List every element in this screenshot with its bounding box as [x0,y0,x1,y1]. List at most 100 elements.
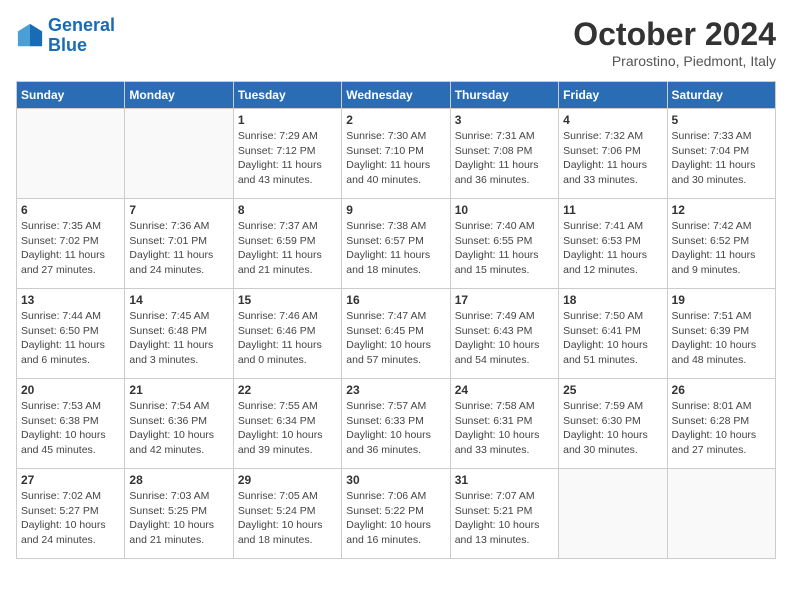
calendar-day-cell: 28 Sunrise: 7:03 AMSunset: 5:25 PMDayligh… [125,469,233,559]
day-number: 22 [238,383,337,397]
calendar-day-cell [125,109,233,199]
weekday-header: Thursday [450,82,558,109]
calendar-day-cell: 13 Sunrise: 7:44 AMSunset: 6:50 PMDayligh… [17,289,125,379]
day-number: 28 [129,473,228,487]
day-info: Sunrise: 8:01 AMSunset: 6:28 PMDaylight:… [672,399,771,458]
calendar-day-cell: 10 Sunrise: 7:40 AMSunset: 6:55 PMDayligh… [450,199,558,289]
calendar-day-cell: 11 Sunrise: 7:41 AMSunset: 6:53 PMDayligh… [559,199,667,289]
day-number: 20 [21,383,120,397]
day-number: 23 [346,383,445,397]
page-header: General Blue October 2024 Prarostino, Pi… [16,16,776,69]
day-number: 24 [455,383,554,397]
logo-text: General Blue [48,16,115,56]
day-number: 14 [129,293,228,307]
day-info: Sunrise: 7:57 AMSunset: 6:33 PMDaylight:… [346,399,445,458]
calendar-week-row: 6 Sunrise: 7:35 AMSunset: 7:02 PMDaylight… [17,199,776,289]
weekday-header: Sunday [17,82,125,109]
day-info: Sunrise: 7:35 AMSunset: 7:02 PMDaylight:… [21,219,120,278]
title-section: October 2024 Prarostino, Piedmont, Italy [573,16,776,69]
calendar-table: SundayMondayTuesdayWednesdayThursdayFrid… [16,81,776,559]
day-info: Sunrise: 7:40 AMSunset: 6:55 PMDaylight:… [455,219,554,278]
day-info: Sunrise: 7:05 AMSunset: 5:24 PMDaylight:… [238,489,337,548]
day-info: Sunrise: 7:32 AMSunset: 7:06 PMDaylight:… [563,129,662,188]
day-number: 16 [346,293,445,307]
calendar-day-cell: 7Sunrise: 7:36 AMSunset: 7:01 PMDaylight… [125,199,233,289]
calendar-day-cell: 31 Sunrise: 7:07 AMSunset: 5:21 PMDayligh… [450,469,558,559]
day-info: Sunrise: 7:50 AMSunset: 6:41 PMDaylight:… [563,309,662,368]
calendar-week-row: 20Sunrise: 7:53 AMSunset: 6:38 PMDayligh… [17,379,776,469]
weekday-header: Wednesday [342,82,450,109]
day-number: 31 [455,473,554,487]
calendar-day-cell: 3 Sunrise: 7:31 AMSunset: 7:08 PMDaylight… [450,109,558,199]
day-info: Sunrise: 7:51 AMSunset: 6:39 PMDaylight:… [672,309,771,368]
day-info: Sunrise: 7:58 AMSunset: 6:31 PMDaylight:… [455,399,554,458]
day-info: Sunrise: 7:02 AMSunset: 5:27 PMDaylight:… [21,489,120,548]
day-info: Sunrise: 7:38 AMSunset: 6:57 PMDaylight:… [346,219,445,278]
calendar-day-cell: 24 Sunrise: 7:58 AMSunset: 6:31 PMDayligh… [450,379,558,469]
day-number: 3 [455,113,554,127]
day-number: 6 [21,203,120,217]
day-number: 25 [563,383,662,397]
day-number: 13 [21,293,120,307]
day-info: Sunrise: 7:07 AMSunset: 5:21 PMDaylight:… [455,489,554,548]
day-number: 30 [346,473,445,487]
calendar-day-cell: 20Sunrise: 7:53 AMSunset: 6:38 PMDayligh… [17,379,125,469]
calendar-day-cell: 26 Sunrise: 8:01 AMSunset: 6:28 PMDayligh… [667,379,775,469]
day-number: 29 [238,473,337,487]
day-info: Sunrise: 7:03 AMSunset: 5:25 PMDaylight:… [129,489,228,548]
day-number: 4 [563,113,662,127]
logo-icon [16,22,44,50]
day-number: 15 [238,293,337,307]
month-title: October 2024 [573,16,776,53]
weekday-header: Monday [125,82,233,109]
weekday-header-row: SundayMondayTuesdayWednesdayThursdayFrid… [17,82,776,109]
logo: General Blue [16,16,115,56]
day-info: Sunrise: 7:06 AMSunset: 5:22 PMDaylight:… [346,489,445,548]
calendar-day-cell: 30 Sunrise: 7:06 AMSunset: 5:22 PMDayligh… [342,469,450,559]
calendar-day-cell: 2Sunrise: 7:30 AMSunset: 7:10 PMDaylight… [342,109,450,199]
calendar-day-cell: 18 Sunrise: 7:50 AMSunset: 6:41 PMDayligh… [559,289,667,379]
calendar-day-cell: 4 Sunrise: 7:32 AMSunset: 7:06 PMDaylight… [559,109,667,199]
day-number: 9 [346,203,445,217]
day-info: Sunrise: 7:45 AMSunset: 6:48 PMDaylight:… [129,309,228,368]
calendar-day-cell: 25 Sunrise: 7:59 AMSunset: 6:30 PMDayligh… [559,379,667,469]
calendar-week-row: 13 Sunrise: 7:44 AMSunset: 6:50 PMDayligh… [17,289,776,379]
day-info: Sunrise: 7:41 AMSunset: 6:53 PMDaylight:… [563,219,662,278]
day-info: Sunrise: 7:31 AMSunset: 7:08 PMDaylight:… [455,129,554,188]
calendar-week-row: 27 Sunrise: 7:02 AMSunset: 5:27 PMDayligh… [17,469,776,559]
day-number: 12 [672,203,771,217]
calendar-day-cell: 8Sunrise: 7:37 AMSunset: 6:59 PMDaylight… [233,199,341,289]
day-info: Sunrise: 7:44 AMSunset: 6:50 PMDaylight:… [21,309,120,368]
calendar-day-cell: 17Sunrise: 7:49 AMSunset: 6:43 PMDayligh… [450,289,558,379]
location: Prarostino, Piedmont, Italy [573,53,776,69]
calendar-day-cell [667,469,775,559]
calendar-day-cell: 16Sunrise: 7:47 AMSunset: 6:45 PMDayligh… [342,289,450,379]
calendar-day-cell: 29 Sunrise: 7:05 AMSunset: 5:24 PMDayligh… [233,469,341,559]
calendar-day-cell: 1Sunrise: 7:29 AMSunset: 7:12 PMDaylight… [233,109,341,199]
calendar-day-cell: 21Sunrise: 7:54 AMSunset: 6:36 PMDayligh… [125,379,233,469]
calendar-week-row: 1Sunrise: 7:29 AMSunset: 7:12 PMDaylight… [17,109,776,199]
calendar-day-cell: 9 Sunrise: 7:38 AMSunset: 6:57 PMDaylight… [342,199,450,289]
day-number: 11 [563,203,662,217]
day-number: 26 [672,383,771,397]
day-number: 7 [129,203,228,217]
calendar-day-cell: 23 Sunrise: 7:57 AMSunset: 6:33 PMDayligh… [342,379,450,469]
calendar-day-cell: 14 Sunrise: 7:45 AMSunset: 6:48 PMDayligh… [125,289,233,379]
day-number: 18 [563,293,662,307]
day-info: Sunrise: 7:33 AMSunset: 7:04 PMDaylight:… [672,129,771,188]
calendar-day-cell [17,109,125,199]
day-number: 27 [21,473,120,487]
calendar-day-cell: 27 Sunrise: 7:02 AMSunset: 5:27 PMDayligh… [17,469,125,559]
day-info: Sunrise: 7:42 AMSunset: 6:52 PMDaylight:… [672,219,771,278]
calendar-day-cell: 19 Sunrise: 7:51 AMSunset: 6:39 PMDayligh… [667,289,775,379]
calendar-day-cell: 12 Sunrise: 7:42 AMSunset: 6:52 PMDayligh… [667,199,775,289]
day-number: 2 [346,113,445,127]
weekday-header: Saturday [667,82,775,109]
day-info: Sunrise: 7:55 AMSunset: 6:34 PMDaylight:… [238,399,337,458]
day-number: 10 [455,203,554,217]
day-number: 5 [672,113,771,127]
day-number: 19 [672,293,771,307]
day-number: 1 [238,113,337,127]
day-info: Sunrise: 7:59 AMSunset: 6:30 PMDaylight:… [563,399,662,458]
calendar-day-cell: 22 Sunrise: 7:55 AMSunset: 6:34 PMDayligh… [233,379,341,469]
